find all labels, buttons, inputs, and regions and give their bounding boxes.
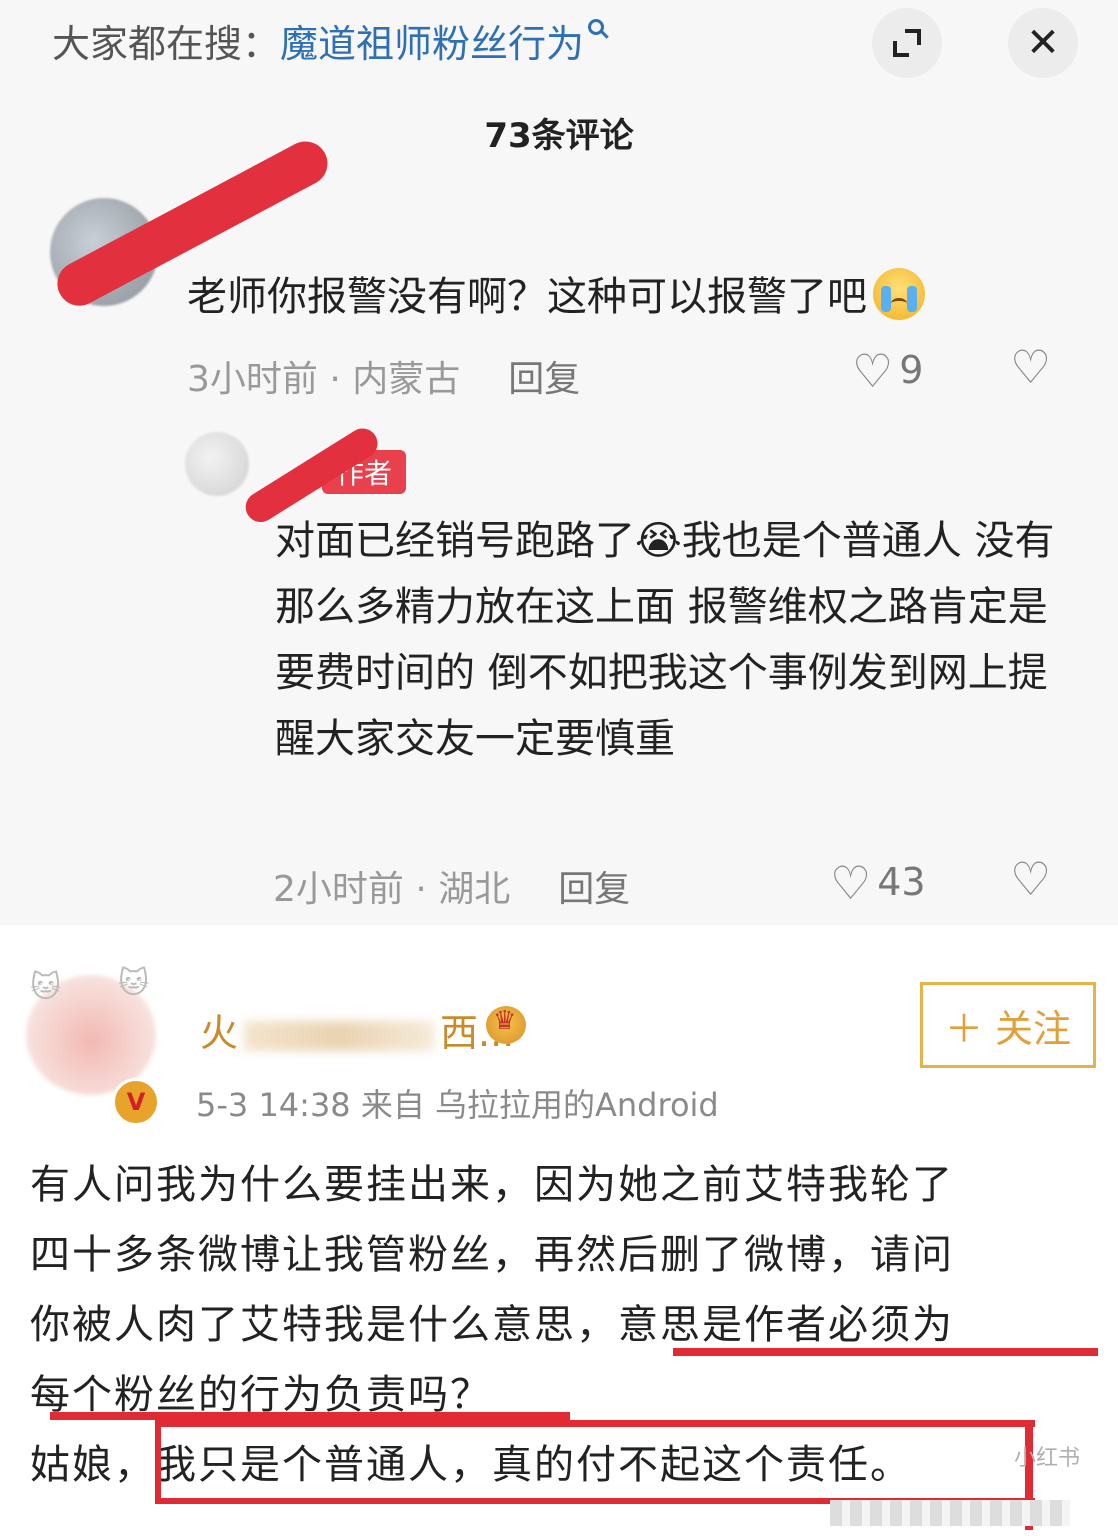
- comment-meta: 2小时前 · 湖北 回复: [273, 860, 630, 912]
- like-button[interactable]: ♡ 9: [852, 344, 923, 398]
- like-button[interactable]: ♡ 43: [830, 856, 926, 910]
- xiaohongshu-watermark: 小红书: [1014, 1446, 1081, 1471]
- post-line: 有人问我为什么要挂出来，因为她之前艾特我轮了: [30, 1162, 954, 1208]
- comment-time-location: 3小时前 · 内蒙古: [187, 359, 461, 400]
- search-keyword[interactable]: 魔道祖师粉丝行为: [280, 22, 584, 66]
- expand-button[interactable]: [872, 8, 942, 78]
- crown-icon: [486, 1006, 526, 1044]
- dislike-broken-heart-icon[interactable]: ♡: [1010, 340, 1051, 394]
- close-icon: ✕: [1026, 20, 1060, 66]
- heart-icon: ♡: [852, 344, 894, 398]
- comment-meta: 3小时前 · 内蒙古 回复: [187, 350, 580, 402]
- highlight-underline: [673, 1348, 1098, 1356]
- reply-button[interactable]: 回复: [508, 359, 580, 400]
- comment-1-text: 老师你报警没有啊？这种可以报警了吧: [187, 274, 867, 320]
- like-count: 43: [877, 860, 926, 904]
- cat-sticker-icon: 🐱: [30, 970, 62, 1005]
- post-line: 四十多条微博让我管粉丝，再然后删了微博，请问: [30, 1232, 954, 1278]
- weibo-username[interactable]: 火西...: [200, 1002, 514, 1057]
- username-blur: [244, 1020, 435, 1051]
- close-button[interactable]: ✕: [1008, 8, 1078, 78]
- dislike-broken-heart-icon[interactable]: ♡: [1010, 852, 1051, 906]
- follow-button[interactable]: ＋ 关注: [920, 982, 1096, 1068]
- cat-sticker-icon: 🐱: [118, 966, 150, 1001]
- search-icon: [588, 19, 605, 35]
- highlight-underline: [50, 1412, 570, 1420]
- highlight-box: [155, 1420, 1035, 1504]
- comment-count-title: 73条评论: [484, 116, 634, 156]
- reply-button[interactable]: 回复: [558, 869, 630, 910]
- verified-badge-icon: V: [112, 1078, 160, 1126]
- search-suggestion[interactable]: 大家都在搜：魔道祖师粉丝行为: [52, 16, 605, 72]
- expand-icon: [893, 29, 921, 57]
- watermark-bar: [830, 1500, 1070, 1526]
- crying-emoji-icon: [873, 268, 925, 320]
- comment-time-location: 2小时前 · 湖北: [273, 869, 511, 910]
- reply-text: 对面已经销号跑路了😭我也是个普通人 没有那么多精力放在这上面 报警维权之路肯定是…: [275, 518, 1055, 762]
- post-meta: 5-3 14:38 来自 乌拉拉用的Android: [196, 1086, 719, 1124]
- username-start: 火: [200, 1011, 239, 1055]
- comment-text: 老师你报警没有啊？这种可以报警了吧: [187, 264, 925, 330]
- author-avatar[interactable]: [185, 432, 249, 496]
- like-count: 9: [899, 348, 924, 392]
- search-prefix: 大家都在搜：: [52, 22, 281, 66]
- section-divider: [0, 925, 1118, 941]
- heart-icon: ♡: [830, 856, 872, 910]
